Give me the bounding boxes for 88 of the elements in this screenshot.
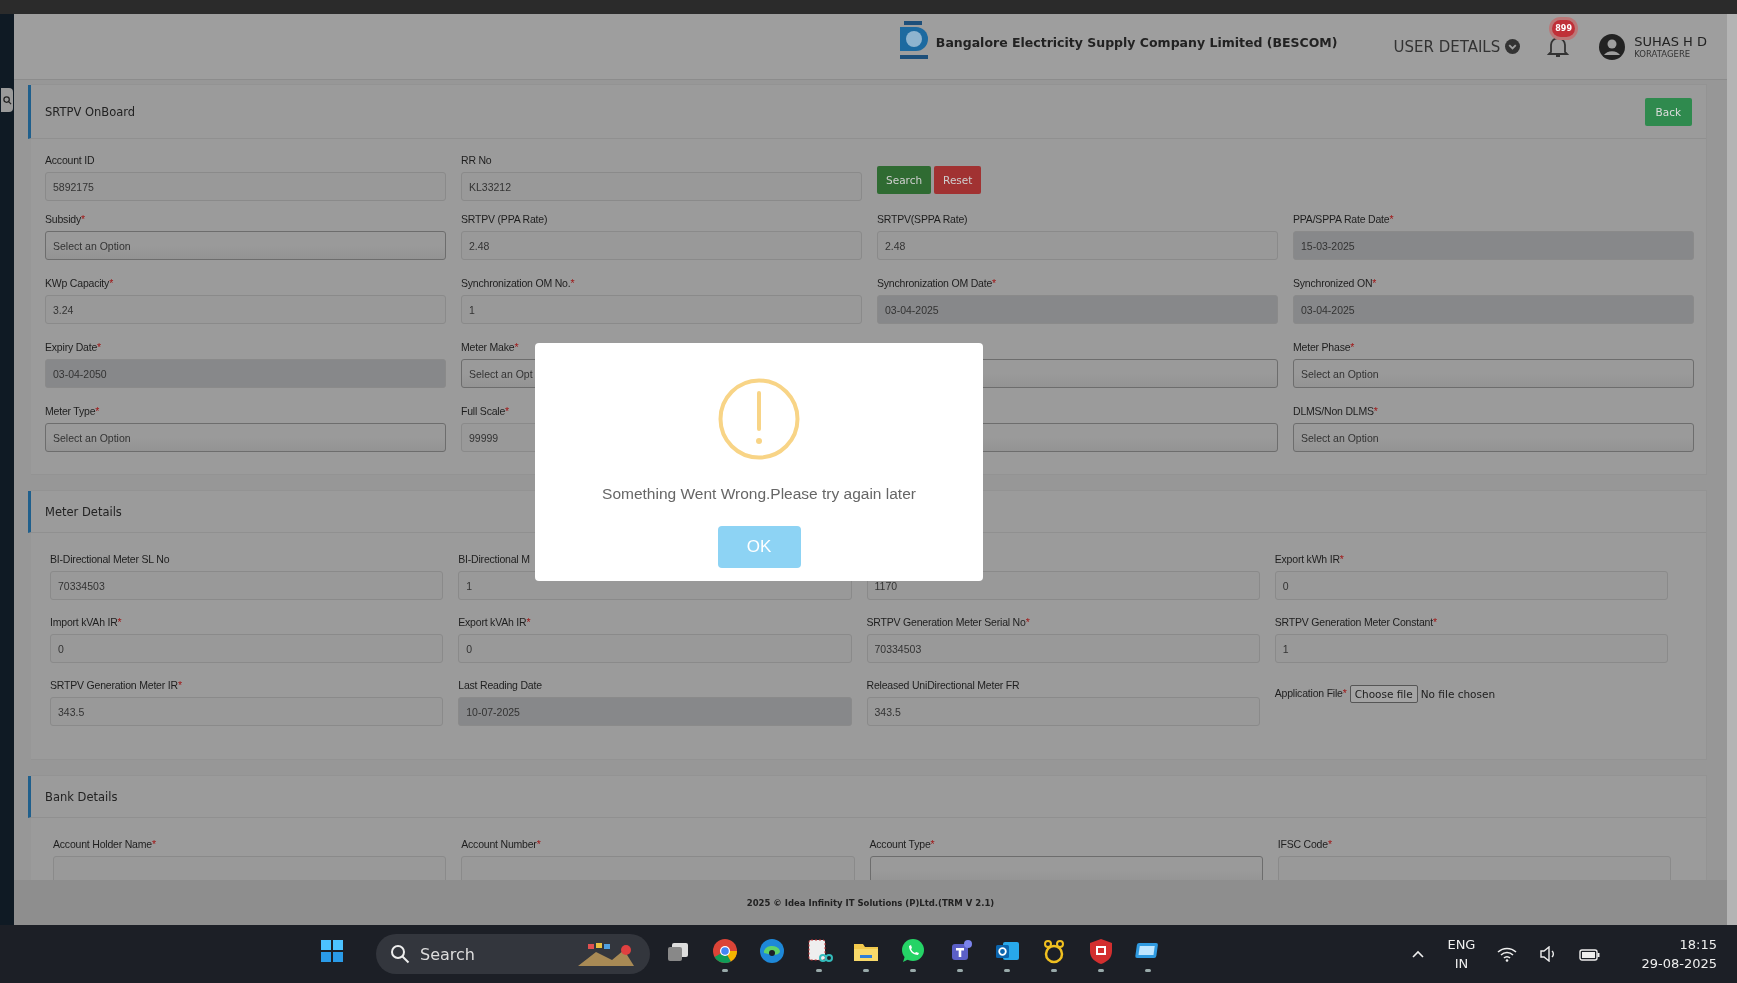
input-field[interactable]: 0 <box>458 634 852 663</box>
input-field[interactable]: 343.5 <box>50 697 444 726</box>
chat-icon[interactable] <box>899 936 927 965</box>
input-field[interactable]: 5892175 <box>45 172 446 201</box>
field-label: RR No <box>461 154 493 167</box>
date-field[interactable]: 03-04-2050 <box>45 359 446 388</box>
search-icon <box>390 944 410 964</box>
notification-badge: 899 <box>1552 19 1575 37</box>
date-field[interactable]: 03-04-2025 <box>877 295 1278 324</box>
field-label: Account Number* <box>461 838 542 851</box>
select-field[interactable]: Select an Option <box>45 231 446 260</box>
field-label: Import kVAh IR* <box>50 616 123 629</box>
battery-icon[interactable] <box>1579 946 1602 962</box>
input-field[interactable]: 70334503 <box>50 571 444 600</box>
field-label: Meter Type* <box>45 405 101 418</box>
input-field[interactable]: 0 <box>50 634 444 663</box>
input-field[interactable]: 1 <box>461 295 862 324</box>
language-indicator[interactable]: ENG IN <box>1447 935 1476 973</box>
field-label: PPA/SPPA Rate Date* <box>1293 213 1395 226</box>
field-label: Export kWh IR* <box>1274 553 1345 566</box>
browser-icon[interactable] <box>711 936 739 965</box>
wifi-icon[interactable] <box>1497 946 1518 962</box>
input-field[interactable]: 1 <box>1274 634 1668 663</box>
chevron-down-icon <box>1505 39 1521 54</box>
input-field[interactable]: 0 <box>1274 571 1668 600</box>
shield-icon[interactable] <box>1087 936 1115 965</box>
field-label: BI-Directional Meter SL No <box>50 553 171 566</box>
warning-icon <box>718 378 800 460</box>
user-details-menu[interactable]: USER DETAILS <box>1393 37 1521 56</box>
field-label: Synchronized ON* <box>1293 277 1378 290</box>
reset-button[interactable]: Reset <box>934 165 982 194</box>
scrollbar[interactable] <box>1727 14 1737 925</box>
select-field[interactable]: Select an Option <box>45 423 446 452</box>
field-label: Meter Phase* <box>1293 341 1356 354</box>
landscape-icon <box>576 940 636 968</box>
field-label: SRTPV(SPPA Rate) <box>877 213 969 226</box>
field-label: SRTPV Generation Meter Constant* <box>1274 616 1438 629</box>
field-label: Last Reading Date <box>458 679 543 692</box>
field-label: Expiry Date* <box>45 341 102 354</box>
input-field[interactable]: 3.24 <box>45 295 446 324</box>
select-field[interactable]: Select an Option <box>1293 359 1694 388</box>
field-label: Meter Make* <box>461 341 520 354</box>
field-label: Account Type* <box>869 838 936 851</box>
input-field[interactable]: 70334503 <box>866 634 1260 663</box>
user-location: KORATAGERE <box>1634 49 1692 59</box>
section-title: Bank Details <box>45 789 118 804</box>
input-field[interactable]: KL33212 <box>461 172 862 201</box>
browser-icon[interactable] <box>758 936 786 965</box>
input-field[interactable]: 1170 <box>866 571 1260 600</box>
user-name: SUHAS H D <box>1634 34 1707 49</box>
date-field[interactable]: 03-04-2025 <box>1293 295 1694 324</box>
date-field[interactable]: 15-03-2025 <box>1293 231 1694 260</box>
taskbar-search[interactable]: Search <box>376 934 650 974</box>
search-icon[interactable] <box>2 95 12 105</box>
section-title: Meter Details <box>45 504 122 519</box>
field-label: Synchronization OM No.* <box>461 277 576 290</box>
field-label: IFSC Code* <box>1277 838 1333 851</box>
select-field[interactable] <box>869 856 1263 880</box>
clock[interactable]: 18:15 29-08-2025 <box>1641 935 1717 973</box>
footer-text: 2025 © Idea Infinity IT Solutions (P)Ltd.(TRM V 2.1) <box>746 897 995 908</box>
field-label: BI-Directional M <box>458 553 531 566</box>
field-label: Export kVAh IR* <box>458 616 532 629</box>
field-label: Full Scale* <box>461 405 510 418</box>
avatar-icon[interactable] <box>1598 32 1627 61</box>
field-label: DLMS/Non DLMS* <box>1293 405 1379 418</box>
back-button[interactable]: Back <box>1644 97 1692 126</box>
field-label: Synchronization OM Date* <box>877 277 997 290</box>
input-field[interactable]: 2.48 <box>877 231 1278 260</box>
date-field[interactable]: 10-07-2025 <box>458 697 852 726</box>
field-label: KWp Capacity* <box>45 277 114 290</box>
field-label: Application File* <box>1274 687 1347 700</box>
file-status: No file chosen <box>1420 687 1496 700</box>
field-label: Released UniDirectional Meter FR <box>866 679 1021 692</box>
scissors-icon[interactable] <box>805 936 833 965</box>
field-label: Subsidy* <box>45 213 86 226</box>
field-label: Account ID <box>45 154 96 167</box>
field-label: SRTPV (PPA Rate) <box>461 213 549 226</box>
input-field[interactable]: 343.5 <box>866 697 1260 726</box>
input-field[interactable]: 2.48 <box>461 231 862 260</box>
choose-file-button[interactable]: Choose file <box>1349 684 1418 703</box>
field-label: Account Holder Name* <box>53 838 157 851</box>
select-field[interactable]: Select an Option <box>1293 423 1694 452</box>
field-label: SRTPV Generation Meter IR* <box>50 679 183 692</box>
section-title: SRTPV OnBoard <box>45 104 136 119</box>
dialog-message: Something Went Wrong.Please try again later <box>602 485 916 503</box>
company-name: Bangalore Electricity Supply Company Limited (BESCOM) <box>935 34 1338 50</box>
field-label: SRTPV Generation Meter Serial No* <box>866 616 1031 629</box>
search-button[interactable]: Search <box>877 165 932 194</box>
